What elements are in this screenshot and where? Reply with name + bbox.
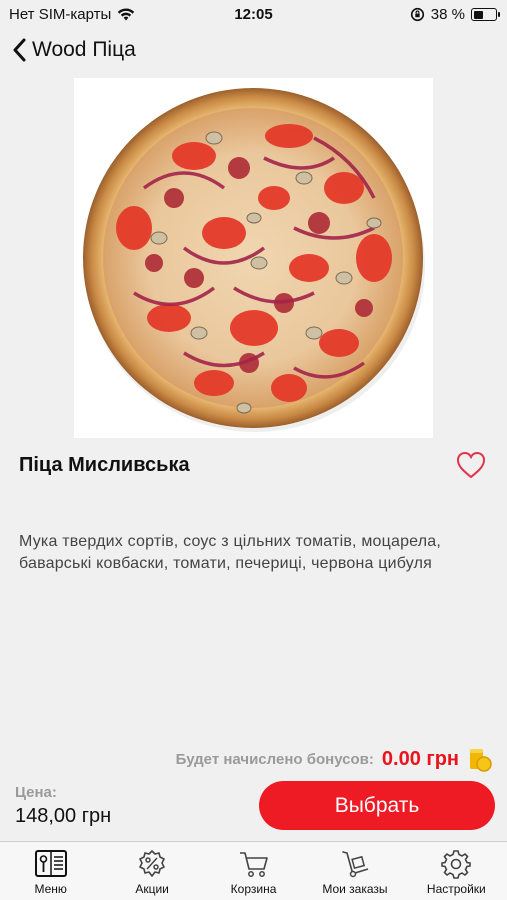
- back-button[interactable]: Wood Піца: [12, 38, 136, 62]
- percent-badge-icon: [139, 850, 165, 877]
- tab-label-orders: Мои заказы: [322, 882, 388, 896]
- bonus-value: 0.00 грн: [381, 747, 459, 770]
- cart-icon: [239, 852, 268, 877]
- status-right: 38 %: [410, 6, 500, 23]
- price-value: 148,00 грн: [15, 805, 112, 827]
- nav-bar: Wood Піца: [0, 34, 507, 74]
- product-description: Мука твердих сортів, соус з цільних тома…: [19, 533, 442, 572]
- tab-label-cart: Корзина: [230, 882, 277, 896]
- hand-truck-icon: [342, 851, 369, 878]
- battery-fill: [473, 10, 483, 19]
- bonus-row: Будет начислено бонусов: 0.00 грн: [176, 746, 493, 772]
- tab-settings[interactable]: Настройки: [406, 842, 507, 900]
- gear-icon: [441, 850, 472, 879]
- price-label: Цена:: [15, 784, 57, 801]
- product-image: [74, 78, 433, 438]
- battery-icon: [471, 8, 500, 21]
- status-bar: Нет SIM-карты 12:05 38 %: [0, 0, 507, 30]
- tab-cart[interactable]: Корзина: [203, 842, 304, 900]
- tab-label-promotions: Акции: [135, 882, 169, 896]
- tab-bar: Меню Акции Корзина Мои заказы Настройки: [0, 841, 507, 900]
- battery-percent: 38 %: [430, 6, 465, 23]
- back-label: Wood Піца: [32, 38, 136, 61]
- tab-promotions[interactable]: Акции: [101, 842, 202, 900]
- select-button[interactable]: Выбрать: [259, 781, 495, 830]
- coins-icon: [470, 749, 492, 772]
- tab-label-menu: Меню: [34, 882, 67, 896]
- menu-book-icon: [34, 850, 67, 877]
- bonus-label: Будет начислено бонусов:: [175, 750, 374, 768]
- heart-icon[interactable]: [455, 450, 487, 480]
- product-title: Піца Мисливська: [19, 454, 190, 476]
- tab-label-settings: Настройки: [426, 882, 486, 896]
- tab-menu[interactable]: Меню: [0, 842, 101, 900]
- tab-orders[interactable]: Мои заказы: [304, 842, 405, 900]
- pizza-image: [83, 88, 425, 432]
- orientation-lock-icon: [410, 7, 424, 22]
- chevron-left-icon: [13, 38, 26, 62]
